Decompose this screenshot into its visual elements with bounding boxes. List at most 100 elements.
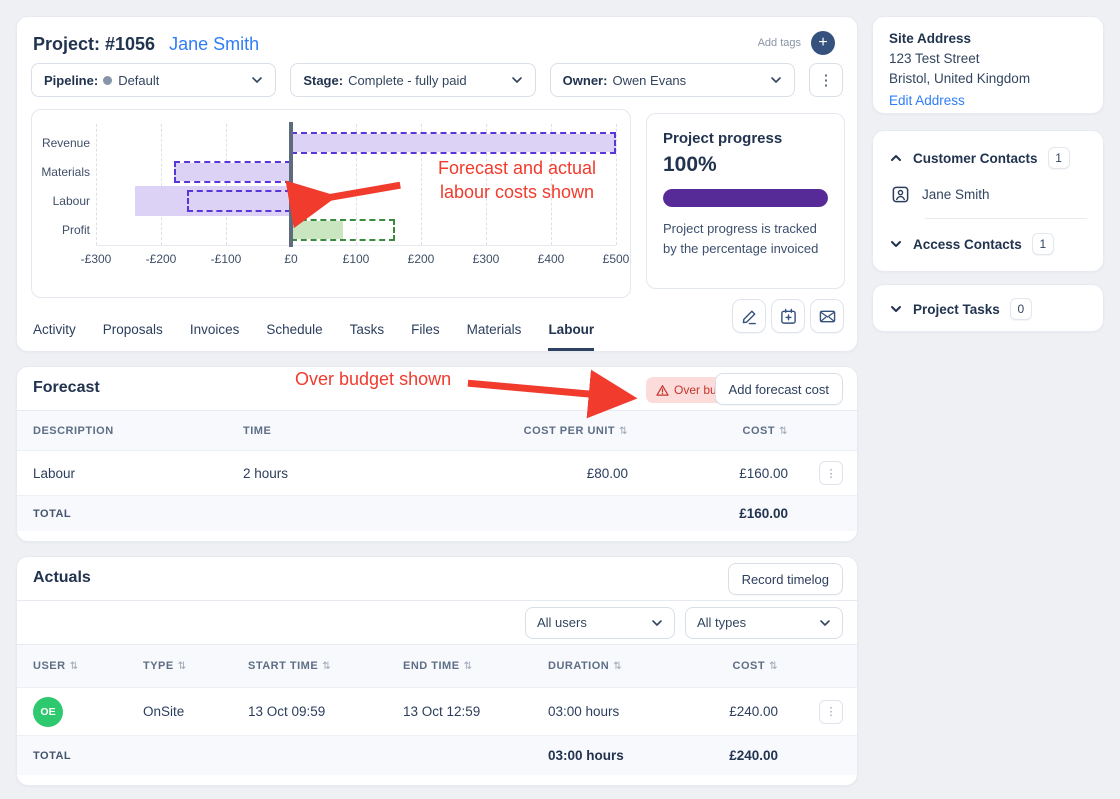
chevron-down-icon <box>770 74 782 86</box>
progress-percent: 100% <box>663 153 828 177</box>
chevron-up-icon <box>889 151 903 165</box>
contacts-card: Customer Contacts 1 Jane Smith Access Co… <box>872 130 1104 272</box>
pipeline-select[interactable]: Pipeline: Default <box>31 63 276 97</box>
col-user[interactable]: User <box>33 660 143 672</box>
tab-invoices[interactable]: Invoices <box>190 311 240 351</box>
access-contacts-count: 1 <box>1032 233 1054 255</box>
progress-title: Project progress <box>663 130 828 147</box>
edit-note-button[interactable] <box>732 299 766 333</box>
chart-bar-forecast <box>187 190 291 212</box>
tab-proposals[interactable]: Proposals <box>103 311 163 351</box>
col-cost[interactable]: Cost <box>628 425 788 437</box>
chevron-down-icon <box>819 617 831 629</box>
actual-start: 13 Oct 09:59 <box>248 704 403 719</box>
chart-bar-forecast <box>174 161 291 183</box>
project-card: Project: #1056 Jane Smith Add tags + Pip… <box>16 16 858 352</box>
tab-tasks[interactable]: Tasks <box>350 311 385 351</box>
forecast-title: Forecast <box>33 379 100 397</box>
tab-materials[interactable]: Materials <box>467 311 522 351</box>
all-users-select[interactable]: All users <box>525 607 675 639</box>
forecast-table-row: Labour 2 hours £80.00 £160.00 ⋮ <box>17 451 857 495</box>
pipeline-label: Pipeline: <box>44 73 98 88</box>
progress-track <box>663 189 828 207</box>
customer-name-link[interactable]: Jane Smith <box>169 34 259 55</box>
edit-address-link[interactable]: Edit Address <box>889 93 1087 108</box>
contact-list-item[interactable]: Jane Smith <box>891 185 1087 204</box>
col-end-time[interactable]: End time <box>403 660 548 672</box>
col-type[interactable]: Type <box>143 660 248 672</box>
forecast-row-menu-button[interactable]: ⋮ <box>819 461 843 485</box>
forecast-section: Forecast Over budget shown Over budget A… <box>16 366 858 542</box>
owner-value: Owen Evans <box>612 73 686 88</box>
chevron-down-icon <box>889 302 903 316</box>
address-line-2: Bristol, United Kingdom <box>889 69 1087 89</box>
project-title: Project: #1056 <box>33 34 155 55</box>
send-email-button[interactable] <box>810 299 844 333</box>
schedule-event-button[interactable] <box>771 299 805 333</box>
project-tasks-toggle[interactable]: Project Tasks 0 <box>889 298 1087 320</box>
chart-tick-label: £0 <box>284 252 297 266</box>
owner-select[interactable]: Owner: Owen Evans <box>550 63 795 97</box>
chart-tick-label: £100 <box>343 252 370 266</box>
tab-labour[interactable]: Labour <box>548 311 594 351</box>
project-progress-card: Project progress 100% Project progress i… <box>646 113 845 289</box>
customer-contacts-toggle[interactable]: Customer Contacts 1 <box>889 147 1087 169</box>
quick-action-buttons <box>732 299 844 333</box>
actuals-section: Actuals Record timelog All users All typ… <box>16 556 858 786</box>
actuals-row-menu-button[interactable]: ⋮ <box>819 700 843 724</box>
all-types-value: All types <box>697 615 746 630</box>
stage-select[interactable]: Stage: Complete - fully paid <box>290 63 535 97</box>
chart-tick-label: £400 <box>538 252 565 266</box>
col-actual-cost[interactable]: Cost <box>698 660 778 672</box>
col-description: Description <box>33 425 243 437</box>
record-timelog-button[interactable]: Record timelog <box>728 563 843 595</box>
add-forecast-cost-button[interactable]: Add forecast cost <box>715 373 843 405</box>
chart-bar-forecast <box>291 219 395 241</box>
actuals-table-header: User Type Start time End time Duration C… <box>17 645 857 688</box>
chevron-down-icon <box>511 74 523 86</box>
chart-category-label: Revenue <box>40 136 90 150</box>
actual-cost: £240.00 <box>698 704 778 719</box>
forecast-table-header: Description Time Cost per unit Cost <box>17 411 857 451</box>
chart-bar-forecast <box>291 132 616 154</box>
forecast-total-cost: £160.00 <box>628 506 788 521</box>
chevron-down-icon <box>889 237 903 251</box>
project-tasks-card: Project Tasks 0 <box>872 284 1104 332</box>
progress-caption: Project progress is tracked by the perce… <box>663 219 828 259</box>
contact-name: Jane Smith <box>922 187 990 202</box>
add-tag-button[interactable]: + <box>811 31 835 55</box>
forecast-description: Labour <box>33 466 243 481</box>
access-contacts-toggle[interactable]: Access Contacts 1 <box>889 233 1087 255</box>
divider <box>925 218 1087 219</box>
owner-label: Owner: <box>563 73 608 88</box>
col-cost-per-unit[interactable]: Cost per unit <box>483 425 628 437</box>
project-tasks-count: 0 <box>1010 298 1032 320</box>
warning-triangle-icon <box>656 384 669 397</box>
forecast-total-row: Total £160.00 <box>17 495 857 531</box>
stage-label: Stage: <box>303 73 343 88</box>
tab-schedule[interactable]: Schedule <box>266 311 322 351</box>
chart-bar-row <box>96 132 616 154</box>
all-users-value: All users <box>537 615 587 630</box>
col-duration[interactable]: Duration <box>548 660 698 672</box>
chart-zero-line <box>289 122 293 247</box>
actual-type: OnSite <box>143 704 248 719</box>
pipeline-value: Default <box>118 73 159 88</box>
customer-contacts-count: 1 <box>1048 147 1070 169</box>
tab-activity[interactable]: Activity <box>33 311 76 351</box>
access-contacts-label: Access Contacts <box>913 237 1022 252</box>
tab-files[interactable]: Files <box>411 311 440 351</box>
col-start-time[interactable]: Start time <box>248 660 403 672</box>
chart-category-label: Profit <box>40 223 90 237</box>
forecast-time: 2 hours <box>243 466 483 481</box>
envelope-icon <box>819 308 836 325</box>
chart-tick-label: -£200 <box>146 252 177 266</box>
project-menu-button[interactable]: ⋮ <box>809 63 843 97</box>
all-types-select[interactable]: All types <box>685 607 843 639</box>
actuals-title: Actuals <box>33 569 91 587</box>
pipeline-dot-icon <box>103 76 112 85</box>
annotation-budget-note: Over budget shown <box>295 369 451 390</box>
actuals-total-duration: 03:00 hours <box>548 748 698 763</box>
user-avatar: OE <box>33 697 63 727</box>
forecast-header: Forecast Over budget shown Over budget A… <box>17 367 857 411</box>
